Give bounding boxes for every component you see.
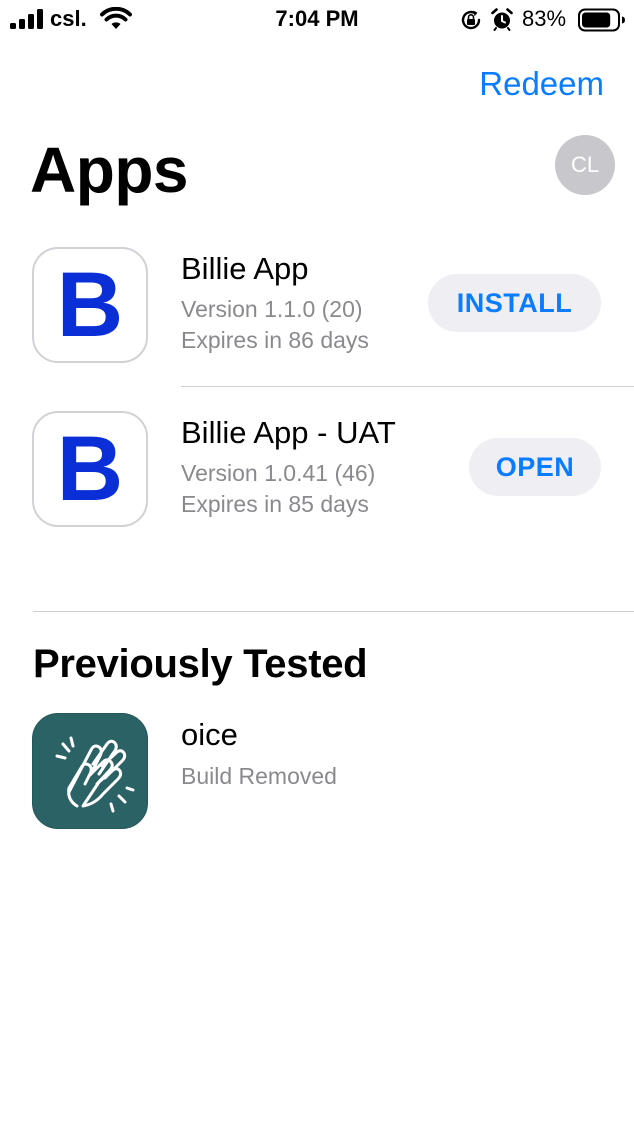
row-divider [181, 386, 634, 387]
battery-icon [578, 8, 625, 32]
open-button[interactable]: OPEN [469, 438, 601, 496]
account-avatar[interactable]: CL [555, 135, 615, 195]
previously-tested-row-oice[interactable]: oice Build Removed [0, 712, 634, 832]
app-name: oice [181, 717, 238, 752]
app-row-billie-app[interactable]: B Billie App Version 1.1.0 (20) Expires … [0, 246, 634, 366]
page-title: Apps [30, 134, 189, 206]
alarm-icon [491, 8, 513, 31]
app-version: Version 1.0.41 (46) [181, 460, 376, 486]
billie-logo-letter: B [56, 418, 124, 520]
section-divider [33, 611, 634, 612]
app-expiry: Expires in 86 days [181, 327, 369, 353]
app-expiry: Expires in 85 days [181, 491, 369, 517]
app-name: Billie App - UAT [181, 415, 396, 450]
redeem-button[interactable]: Redeem [479, 64, 604, 104]
billie-app-icon: B [32, 247, 148, 363]
status-bar: csl. 7:04 PM 83% [0, 0, 634, 40]
oice-app-icon [32, 713, 148, 829]
app-name: Billie App [181, 251, 309, 286]
install-button[interactable]: INSTALL [428, 274, 601, 332]
battery-percent: 83% [522, 6, 567, 31]
app-row-billie-app-uat[interactable]: B Billie App - UAT Version 1.0.41 (46) E… [0, 410, 634, 530]
billie-app-uat-icon: B [32, 411, 148, 527]
build-status: Build Removed [181, 763, 337, 789]
clapping-hands-icon [55, 736, 135, 813]
app-version: Version 1.1.0 (20) [181, 296, 363, 322]
battery-level [582, 12, 611, 28]
lock-rotation-icon [461, 10, 481, 30]
billie-logo-letter: B [56, 254, 124, 356]
section-title-previously-tested: Previously Tested [33, 642, 368, 686]
